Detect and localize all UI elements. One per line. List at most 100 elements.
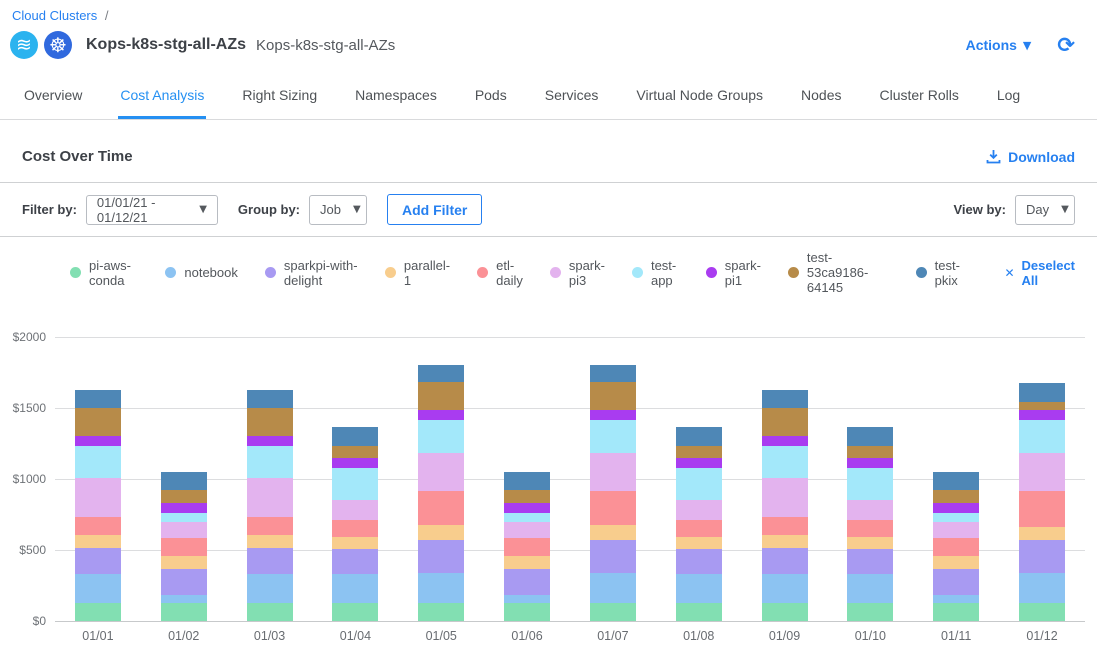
stacked-bar-01/11[interactable] (933, 472, 979, 621)
bar-segment-test-app[interactable] (418, 420, 464, 453)
bar-segment-spark-pi1[interactable] (332, 458, 378, 468)
legend-item-etl-daily[interactable]: etl-daily (477, 258, 523, 288)
bar-segment-pi-aws-conda[interactable] (332, 603, 378, 621)
bar-segment-pi-aws-conda[interactable] (676, 603, 722, 621)
stacked-bar-01/10[interactable] (847, 427, 893, 621)
group-by-dropdown[interactable]: Job ▼ (309, 195, 367, 225)
bar-segment-spark-pi1[interactable] (676, 458, 722, 468)
bar-segment-parallel-1[interactable] (762, 535, 808, 548)
bar-segment-spark-pi3[interactable] (676, 500, 722, 519)
bar-segment-pi-aws-conda[interactable] (504, 603, 550, 621)
tab-namespaces[interactable]: Namespaces (353, 71, 439, 119)
bar-segment-etl-daily[interactable] (1019, 491, 1065, 527)
bar-segment-parallel-1[interactable] (1019, 527, 1065, 540)
bar-segment-parallel-1[interactable] (590, 525, 636, 540)
stacked-bar-01/04[interactable] (332, 427, 378, 621)
bar-segment-test-53ca9186-64145[interactable] (418, 382, 464, 410)
bar-segment-pi-aws-conda[interactable] (75, 603, 121, 621)
legend-item-parallel-1[interactable]: parallel-1 (385, 258, 450, 288)
bar-segment-parallel-1[interactable] (847, 537, 893, 549)
bar-segment-pi-aws-conda[interactable] (1019, 603, 1065, 621)
bar-segment-parallel-1[interactable] (75, 535, 121, 548)
bar-segment-spark-pi1[interactable] (933, 503, 979, 513)
bar-segment-spark-pi1[interactable] (847, 458, 893, 468)
bar-segment-test-app[interactable] (504, 513, 550, 522)
bar-segment-spark-pi3[interactable] (762, 478, 808, 516)
bar-segment-notebook[interactable] (762, 574, 808, 602)
stacked-bar-01/12[interactable] (1019, 383, 1065, 622)
bar-segment-pi-aws-conda[interactable] (247, 603, 293, 621)
bar-segment-notebook[interactable] (1019, 573, 1065, 602)
bar-segment-spark-pi3[interactable] (332, 500, 378, 519)
stacked-bar-01/05[interactable] (418, 365, 464, 621)
bar-segment-sparkpi-with-delight[interactable] (75, 548, 121, 574)
bar-segment-spark-pi1[interactable] (418, 410, 464, 420)
bar-segment-test-53ca9186-64145[interactable] (332, 446, 378, 458)
bar-segment-sparkpi-with-delight[interactable] (933, 569, 979, 595)
tab-services[interactable]: Services (543, 71, 601, 119)
tab-pods[interactable]: Pods (473, 71, 509, 119)
bar-segment-etl-daily[interactable] (418, 491, 464, 525)
bar-segment-test-53ca9186-64145[interactable] (847, 446, 893, 458)
bar-segment-test-53ca9186-64145[interactable] (590, 382, 636, 410)
bar-segment-notebook[interactable] (676, 574, 722, 602)
bar-segment-etl-daily[interactable] (332, 520, 378, 537)
bar-segment-pi-aws-conda[interactable] (590, 603, 636, 621)
bar-segment-pi-aws-conda[interactable] (762, 603, 808, 621)
stacked-bar-01/08[interactable] (676, 427, 722, 621)
bar-segment-spark-pi1[interactable] (504, 503, 550, 513)
bar-segment-test-pkix[interactable] (247, 390, 293, 408)
deselect-all-button[interactable]: ✕Deselect All (1004, 258, 1075, 288)
bar-segment-test-app[interactable] (762, 446, 808, 479)
bar-segment-test-pkix[interactable] (504, 472, 550, 490)
bar-segment-parallel-1[interactable] (504, 556, 550, 569)
bar-segment-spark-pi1[interactable] (75, 436, 121, 446)
tab-right-sizing[interactable]: Right Sizing (240, 71, 319, 119)
bar-segment-notebook[interactable] (161, 595, 207, 603)
view-by-dropdown[interactable]: Day ▼ (1015, 195, 1075, 225)
date-range-dropdown[interactable]: 01/01/21 - 01/12/21 ▼ (86, 195, 218, 225)
breadcrumb-link-cloud-clusters[interactable]: Cloud Clusters (12, 8, 97, 23)
bar-segment-spark-pi3[interactable] (847, 500, 893, 519)
bar-segment-test-pkix[interactable] (847, 427, 893, 446)
bar-segment-sparkpi-with-delight[interactable] (1019, 540, 1065, 573)
bar-segment-test-app[interactable] (847, 468, 893, 501)
bar-segment-test-app[interactable] (933, 513, 979, 522)
tab-nodes[interactable]: Nodes (799, 71, 843, 119)
bar-segment-sparkpi-with-delight[interactable] (762, 548, 808, 574)
stacked-bar-01/09[interactable] (762, 390, 808, 621)
bar-segment-spark-pi3[interactable] (161, 522, 207, 538)
bar-segment-notebook[interactable] (332, 574, 378, 602)
bar-segment-sparkpi-with-delight[interactable] (676, 549, 722, 575)
bar-segment-spark-pi3[interactable] (75, 478, 121, 516)
refresh-icon[interactable]: ⟳ (1057, 35, 1075, 56)
bar-segment-etl-daily[interactable] (590, 491, 636, 525)
bar-segment-test-pkix[interactable] (933, 472, 979, 490)
bar-segment-parallel-1[interactable] (676, 537, 722, 549)
bar-segment-sparkpi-with-delight[interactable] (161, 569, 207, 595)
bar-segment-spark-pi3[interactable] (933, 522, 979, 538)
bar-segment-spark-pi1[interactable] (762, 436, 808, 446)
bar-segment-sparkpi-with-delight[interactable] (332, 549, 378, 575)
bar-segment-test-pkix[interactable] (418, 365, 464, 383)
bar-segment-notebook[interactable] (590, 573, 636, 602)
bar-segment-sparkpi-with-delight[interactable] (847, 549, 893, 575)
bar-segment-spark-pi3[interactable] (247, 478, 293, 516)
bar-segment-notebook[interactable] (504, 595, 550, 603)
stacked-bar-01/03[interactable] (247, 390, 293, 621)
bar-segment-spark-pi1[interactable] (247, 436, 293, 446)
tab-cost-analysis[interactable]: Cost Analysis (118, 71, 206, 119)
bar-segment-parallel-1[interactable] (161, 556, 207, 569)
bar-segment-etl-daily[interactable] (161, 538, 207, 556)
bar-segment-test-53ca9186-64145[interactable] (504, 490, 550, 503)
bar-segment-test-53ca9186-64145[interactable] (1019, 402, 1065, 411)
bar-segment-spark-pi3[interactable] (1019, 453, 1065, 491)
bar-segment-test-pkix[interactable] (75, 390, 121, 408)
add-filter-button[interactable]: Add Filter (387, 194, 482, 225)
bar-segment-test-app[interactable] (75, 446, 121, 479)
legend-item-spark-pi3[interactable]: spark-pi3 (550, 258, 605, 288)
legend-item-notebook[interactable]: notebook (165, 265, 238, 280)
bar-segment-notebook[interactable] (933, 595, 979, 603)
bar-segment-test-app[interactable] (676, 468, 722, 501)
actions-button[interactable]: Actions ▼ (966, 37, 1032, 53)
